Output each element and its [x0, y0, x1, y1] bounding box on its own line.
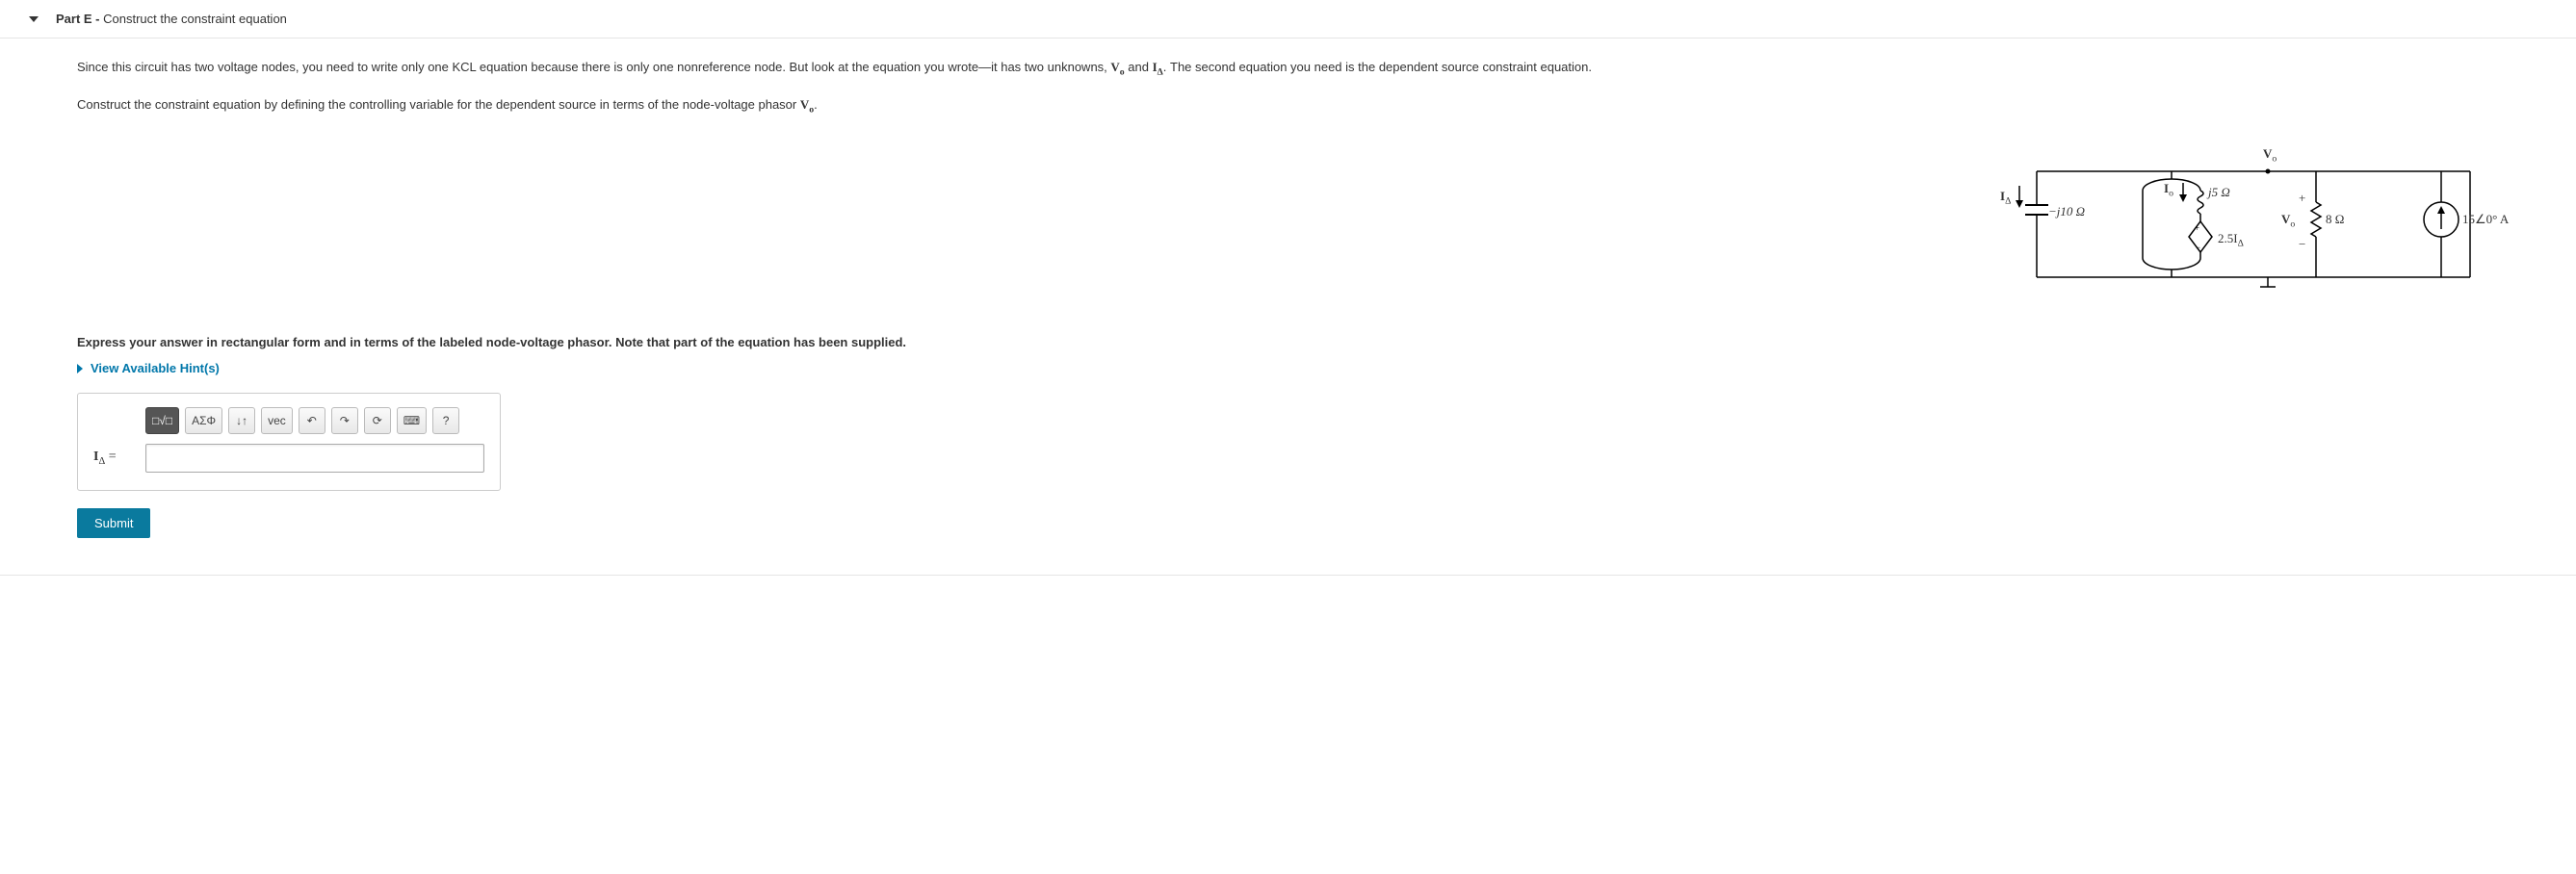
diagram-labels-wrapper: Vo Io j5 Ω IΔ −j10 Ω 2.5IΔ + − Vo 8 Ω 15… [77, 133, 2499, 306]
answer-row: IΔ = [93, 444, 484, 473]
p1-text-b: and [1125, 60, 1153, 74]
var-vo-2: Vo [800, 97, 814, 112]
redo-button[interactable]: ↷ [331, 407, 358, 434]
part-header[interactable]: Part E - Construct the constraint equati… [0, 0, 2576, 39]
view-hints-link[interactable]: View Available Hint(s) [77, 361, 2537, 375]
reset-button[interactable]: ⟳ [364, 407, 391, 434]
label-minus: − [2299, 237, 2305, 252]
label-j5: j5 Ω [2208, 185, 2230, 200]
p2-text-b: . [814, 97, 818, 112]
var-vo: Vo [1110, 60, 1124, 74]
label-neg-j10: −j10 Ω [2048, 204, 2085, 219]
caret-down-icon [29, 16, 39, 22]
var-vo-base: V [1110, 60, 1119, 74]
p1-text-c: . The second equation you need is the de… [1163, 60, 1592, 74]
label-plus: + [2299, 191, 2305, 206]
label-vo-top: Vo [2263, 146, 2277, 165]
paragraph-2: Construct the constraint equation by def… [77, 95, 2537, 117]
answer-box: □√□ ΑΣΦ ↓↑ vec ↶ ↷ ⟳ ⌨ ? IΔ = [77, 393, 501, 491]
label-vo-right: Vo [2281, 212, 2295, 230]
var-vo2-base: V [800, 97, 809, 112]
p2-text-a: Construct the constraint equation by def… [77, 97, 800, 112]
answer-input[interactable] [145, 444, 484, 473]
undo-button[interactable]: ↶ [299, 407, 325, 434]
scripts-button[interactable]: ↓↑ [228, 407, 255, 434]
part-subtitle: Construct the constraint equation [103, 12, 287, 26]
label-current-src: 15∠0° A [2462, 212, 2509, 227]
help-button[interactable]: ? [432, 407, 459, 434]
greek-button[interactable]: ΑΣΦ [185, 407, 222, 434]
keyboard-button[interactable]: ⌨ [397, 407, 427, 434]
label-8ohm: 8 Ω [2326, 212, 2344, 227]
label-idelta: IΔ [2000, 189, 2011, 207]
bottom-divider [0, 575, 2576, 576]
var-idelta: IΔ [1153, 60, 1163, 74]
equation-toolbar: □√□ ΑΣΦ ↓↑ vec ↶ ↷ ⟳ ⌨ ? [145, 407, 484, 434]
caret-right-icon [77, 364, 83, 373]
label-dep-src: 2.5IΔ [2218, 231, 2244, 249]
paragraph-1: Since this circuit has two voltage nodes… [77, 58, 2537, 80]
p1-text-a: Since this circuit has two voltage nodes… [77, 60, 1110, 74]
part-label: Part E - [56, 12, 103, 26]
label-io: Io [2164, 181, 2173, 199]
content-area: Since this circuit has two voltage nodes… [0, 39, 2576, 557]
hints-text: View Available Hint(s) [91, 361, 220, 375]
submit-button[interactable]: Submit [77, 508, 150, 538]
express-instruction: Express your answer in rectangular form … [77, 335, 2537, 349]
vec-button[interactable]: vec [261, 407, 293, 434]
templates-button[interactable]: □√□ [145, 407, 179, 434]
answer-lhs: IΔ = [93, 450, 145, 467]
part-title: Part E - Construct the constraint equati… [56, 12, 287, 26]
